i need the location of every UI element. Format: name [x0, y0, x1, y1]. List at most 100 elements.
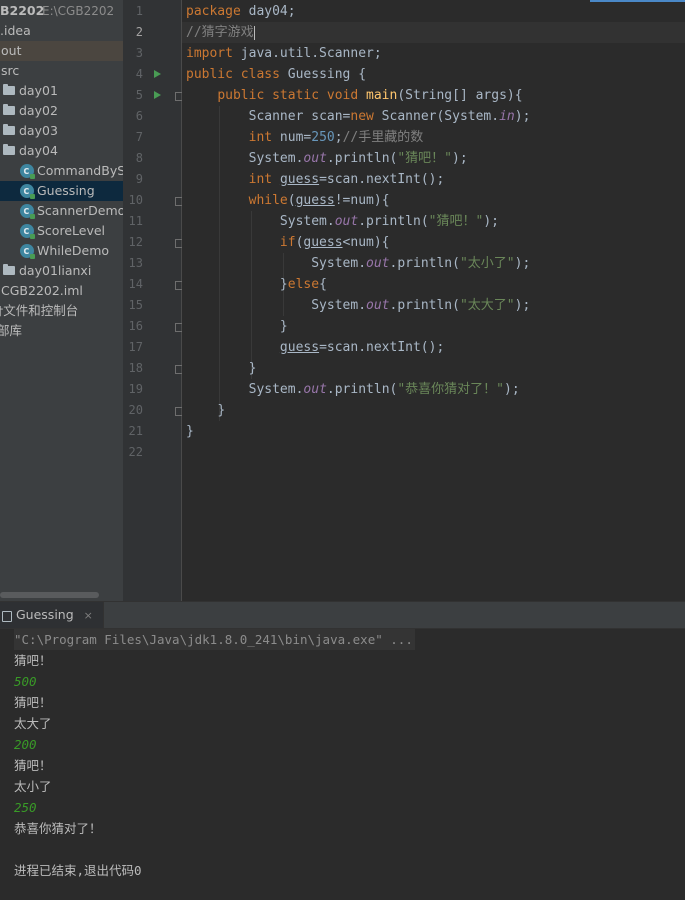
code-line: int guess=scan.nextInt(); [248, 172, 445, 187]
console-input-line: 250 [14, 800, 37, 815]
current-line-highlight [182, 22, 685, 43]
tree-item-idea[interactable]: .idea [0, 21, 123, 41]
code-line: System.out.println("太小了"); [311, 256, 531, 271]
code-line: guess=scan.nextInt(); [279, 340, 445, 355]
console-line: 恭喜你猜对了！ [14, 821, 102, 836]
line-number: 2 [135, 25, 143, 39]
module-icon [3, 264, 15, 275]
run-tool-header: Guessing × [0, 602, 685, 629]
tree-item-label: day02 [19, 103, 58, 118]
line-number: 19 [128, 382, 143, 396]
tree-item-label: Guessing [37, 183, 95, 198]
folder-icon [3, 124, 15, 135]
tree-item-scratches[interactable]: †文件和控制台 [0, 301, 123, 321]
code-line: } [186, 424, 194, 439]
line-number: 11 [128, 214, 143, 228]
project-path: E:\CGB2202 [42, 4, 115, 18]
folder-icon [3, 144, 15, 155]
project-name: B2202 [0, 3, 45, 18]
text-caret [253, 25, 255, 40]
line-number: 3 [135, 46, 143, 60]
code-line: while(guess!=num){ [248, 193, 390, 208]
run-class-icon[interactable] [154, 70, 161, 78]
run-main-icon[interactable] [154, 91, 161, 99]
code-line: } [248, 361, 257, 376]
tree-item-label: day04 [19, 143, 58, 158]
sidebar-horizontal-scrollbar[interactable] [0, 592, 99, 598]
console-line: 猜吧！ [14, 758, 52, 773]
code-line: }else{ [279, 277, 327, 292]
java-class-icon [20, 241, 35, 261]
tree-item-label: day01lianxi [19, 263, 92, 278]
code-line: Scanner scan=new Scanner(System.in); [248, 109, 531, 124]
tree-item-label: CGB2202.iml [1, 283, 83, 298]
line-number: 7 [135, 130, 143, 144]
line-number: 6 [135, 109, 143, 123]
code-line: import java.util.Scanner; [186, 46, 382, 61]
line-number: 9 [135, 172, 143, 186]
tree-item-label: WhileDemo [37, 243, 110, 258]
folder-icon [3, 84, 15, 95]
editor-gutter: 1 2 3 4 5 6 7 8 9 10 11 12 13 14 15 16 1… [123, 0, 184, 601]
tree-item-iml[interactable]: CGB2202.iml [0, 281, 123, 301]
code-line: //猜字游戏 [186, 25, 255, 40]
java-class-icon [20, 221, 35, 241]
line-number: 10 [128, 193, 143, 207]
tree-item-day02[interactable]: day02 [0, 101, 123, 121]
line-number: 5 [135, 88, 143, 102]
tree-item-label: †文件和控制台 [0, 303, 79, 318]
tree-item-whiledemo[interactable]: WhileDemo [0, 241, 123, 261]
java-class-icon [20, 201, 35, 221]
line-number: 4 [135, 67, 143, 81]
tree-item-commandbysw[interactable]: CommandBySw [0, 161, 123, 181]
code-line: if(guess<num){ [279, 235, 390, 250]
line-number: 8 [135, 151, 143, 165]
tree-item-src[interactable]: src [0, 61, 123, 81]
code-line: System.out.println("恭喜你猜对了！"); [248, 382, 520, 397]
console-line: 猜吧！ [14, 653, 52, 668]
project-root-row[interactable]: B2202 E:\CGB2202 [0, 1, 123, 21]
tree-item-external-libraries[interactable]: 部库 [0, 321, 123, 341]
console-output[interactable]: "C:\Program Files\Java\jdk1.8.0_241\bin\… [0, 629, 685, 899]
tree-item-label: 部库 [0, 323, 23, 338]
tree-item-out[interactable]: out [0, 41, 123, 61]
console-icon [2, 611, 12, 622]
tree-item-day01[interactable]: day01 [0, 81, 123, 101]
line-number: 17 [128, 340, 143, 354]
console-line: 太小了 [14, 779, 52, 794]
line-number: 12 [128, 235, 143, 249]
java-class-icon [20, 181, 35, 201]
tree-item-day03[interactable]: day03 [0, 121, 123, 141]
line-number: 20 [128, 403, 143, 417]
line-number: 13 [128, 256, 143, 270]
console-command-line[interactable]: "C:\Program Files\Java\jdk1.8.0_241\bin\… [14, 629, 415, 650]
line-number: 14 [128, 277, 143, 291]
tree-item-scorelevel[interactable]: ScoreLevel [0, 221, 123, 241]
line-number: 16 [128, 319, 143, 333]
line-number: 1 [135, 4, 143, 18]
tree-item-label: day03 [19, 123, 58, 138]
console-line: 猜吧！ [14, 695, 52, 710]
code-line: System.out.println("猜吧！"); [248, 151, 468, 166]
tree-item-label: src [1, 63, 20, 78]
console-input-line: 200 [14, 737, 37, 752]
line-number: 18 [128, 361, 143, 375]
project-tree-panel: B2202 E:\CGB2202 .idea out src day01 day… [0, 0, 123, 601]
tree-item-day04[interactable]: day04 [0, 141, 123, 161]
code-editor[interactable]: package day04; //猜字游戏 import java.util.S… [182, 0, 685, 601]
close-icon[interactable]: × [84, 609, 93, 622]
tree-item-label: ScannerDemo [37, 203, 123, 218]
tree-item-label: CommandBySw [37, 163, 123, 178]
code-line: public static void main(String[] args){ [217, 88, 523, 103]
tree-item-scannerdemo[interactable]: ScannerDemo [0, 201, 123, 221]
active-tab-indicator [590, 0, 685, 2]
run-tab-guessing[interactable]: Guessing × [0, 602, 104, 628]
code-line: public class Guessing { [186, 67, 367, 82]
console-exit-line: 进程已结束,退出代码0 [14, 863, 142, 878]
tree-item-label: ScoreLevel [37, 223, 106, 238]
tree-item-day01lianxi[interactable]: day01lianxi [0, 261, 123, 281]
tree-item-label: .idea [0, 23, 31, 38]
folder-icon [3, 104, 15, 115]
tree-item-guessing[interactable]: Guessing [0, 181, 123, 201]
line-number: 22 [128, 445, 143, 459]
